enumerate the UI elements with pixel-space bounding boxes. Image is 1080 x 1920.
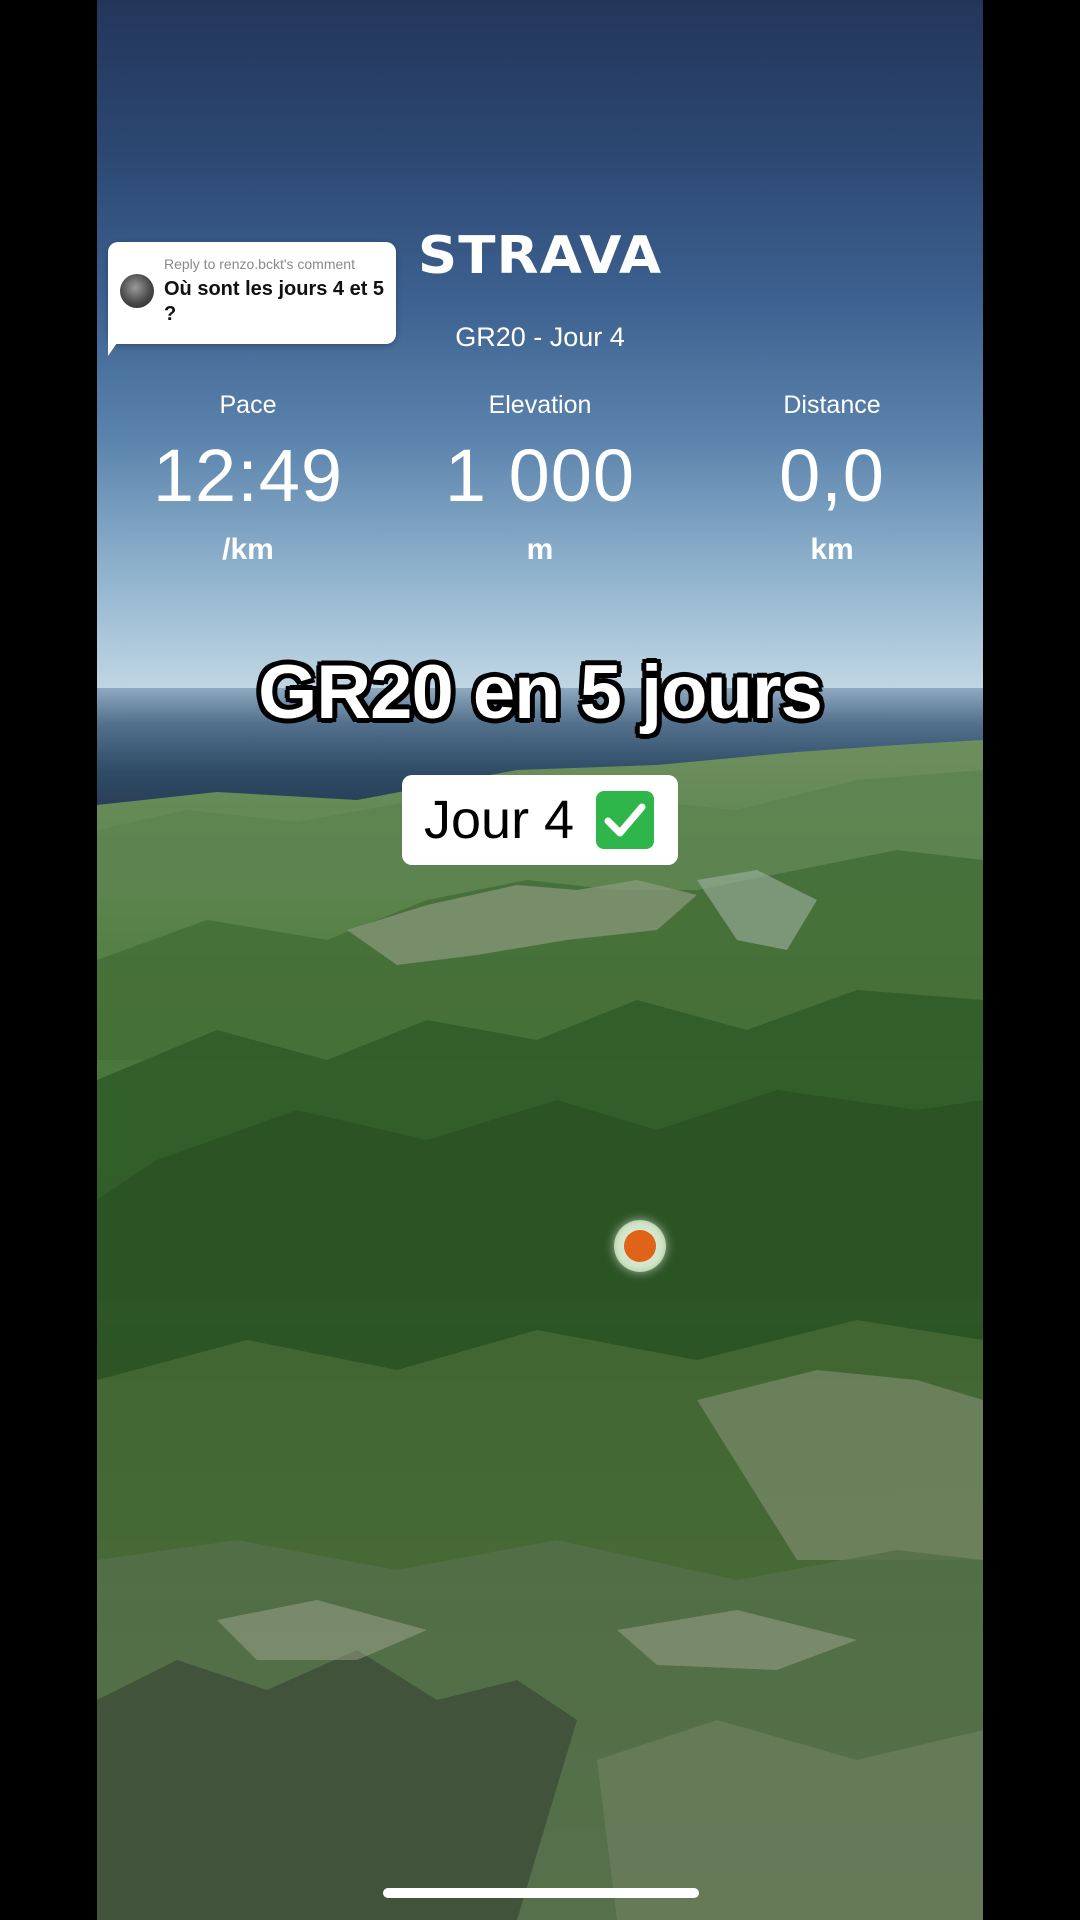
comment-text: Où sont les jours 4 et 5 ? — [164, 278, 385, 325]
comment-reply-label: Reply to renzo.bckt's comment — [164, 256, 355, 272]
stat-elevation-label: Elevation — [488, 391, 592, 419]
video-caption: GR20 en 5 jours — [258, 650, 823, 735]
stat-elevation-unit: m — [526, 533, 554, 566]
stat-distance-unit: km — [810, 533, 854, 566]
check-mark-button-icon — [596, 791, 654, 849]
stat-pace-label: Pace — [219, 391, 277, 419]
stat-elevation-value: 1 000 — [444, 434, 636, 517]
stat-pace-unit: /km — [222, 533, 274, 566]
stat-distance-value: 0,0 — [779, 434, 885, 517]
comment-reply-bubble[interactable]: Reply to renzo.bckt's comment Où sont le… — [108, 242, 396, 344]
stat-elevation: Elevation 1 000 m — [410, 390, 670, 568]
comment-bubble-tail — [108, 330, 126, 356]
stat-pace: Pace 12:49 /km — [118, 390, 378, 568]
screen: Reply to renzo.bckt's comment Où sont le… — [0, 0, 1080, 1920]
stat-distance-label: Distance — [783, 391, 881, 419]
avatar[interactable] — [120, 274, 154, 308]
position-dot — [624, 1230, 656, 1262]
current-position-marker-icon — [614, 1220, 666, 1272]
activity-title: GR20 - Jour 4 — [455, 322, 625, 352]
stat-pace-value: 12:49 — [152, 434, 344, 517]
stat-distance: Distance 0,0 km — [702, 390, 962, 568]
day-badge: Jour 4 — [402, 775, 678, 865]
day-badge-label: Jour 4 — [424, 790, 575, 850]
strava-logo: STRAVA — [417, 226, 663, 286]
home-indicator[interactable] — [383, 1888, 699, 1898]
